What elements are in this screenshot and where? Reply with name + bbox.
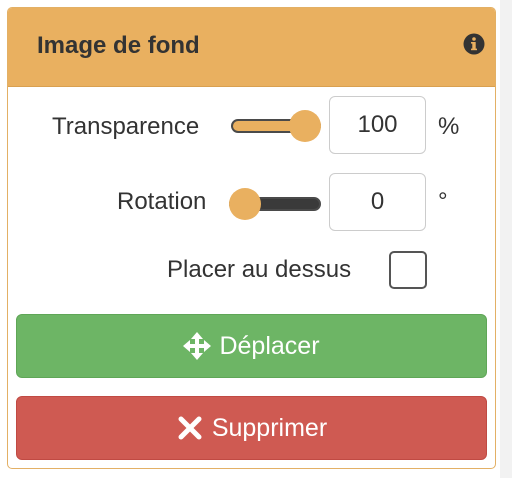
transparency-unit: % — [438, 113, 460, 140]
transparency-label: Transparence — [52, 113, 200, 140]
move-button-label: Déplacer — [219, 331, 320, 360]
background-strip — [500, 0, 512, 478]
on-top-label: Placer au dessus — [167, 256, 352, 283]
move-button[interactable]: Déplacer — [16, 314, 487, 378]
arrows-move-icon — [183, 332, 212, 360]
rotation-label: Rotation — [117, 188, 207, 215]
background-image-panel: Image de fond Transparence % Rotation ° … — [7, 7, 496, 469]
panel-header: Image de fond — [8, 8, 495, 87]
info-circle-icon[interactable] — [463, 33, 485, 55]
rotation-unit: ° — [438, 188, 448, 215]
rotation-slider[interactable] — [229, 188, 321, 220]
transparency-slider-thumb[interactable] — [289, 110, 321, 142]
close-x-icon — [178, 416, 202, 440]
transparency-slider[interactable] — [231, 110, 321, 142]
transparency-input[interactable] — [329, 96, 426, 154]
panel-title: Image de fond — [37, 32, 200, 59]
rotation-slider-thumb[interactable] — [229, 188, 261, 220]
on-top-checkbox[interactable] — [389, 251, 427, 289]
rotation-input[interactable] — [329, 173, 426, 231]
delete-button[interactable]: Supprimer — [16, 396, 487, 460]
delete-button-label: Supprimer — [211, 413, 328, 442]
